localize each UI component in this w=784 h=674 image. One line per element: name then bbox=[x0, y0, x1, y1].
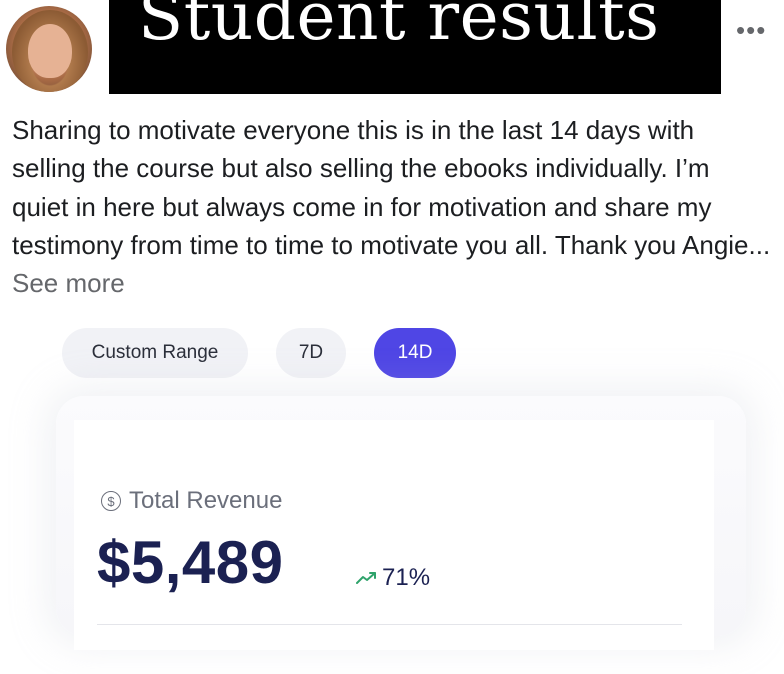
avatar[interactable] bbox=[6, 6, 92, 92]
total-revenue-value: $5,489 bbox=[97, 529, 284, 596]
see-more-link[interactable]: See more bbox=[12, 268, 125, 298]
post-text: Sharing to motivate everyone this is in … bbox=[12, 111, 772, 302]
range-custom-button[interactable]: Custom Range bbox=[62, 328, 248, 378]
post-body: Sharing to motivate everyone this is in … bbox=[12, 115, 771, 260]
range-14d-button[interactable]: 14D bbox=[374, 328, 456, 378]
revenue-change: 71% bbox=[356, 564, 430, 592]
range-7d-button[interactable]: 7D bbox=[276, 328, 346, 378]
avatar-face bbox=[28, 24, 72, 78]
total-revenue-text: Total Revenue bbox=[129, 487, 283, 514]
total-revenue-label: $ Total Revenue bbox=[101, 487, 282, 515]
more-icon: ••• bbox=[736, 15, 767, 45]
title-banner: Student results bbox=[109, 0, 721, 94]
revenue-change-value: 71% bbox=[382, 564, 431, 591]
page-title: Student results bbox=[138, 0, 660, 55]
dollar-circle-icon: $ bbox=[101, 491, 121, 511]
card-divider bbox=[97, 624, 682, 625]
trend-up-icon bbox=[356, 572, 376, 584]
more-options-button[interactable]: ••• bbox=[736, 17, 766, 43]
